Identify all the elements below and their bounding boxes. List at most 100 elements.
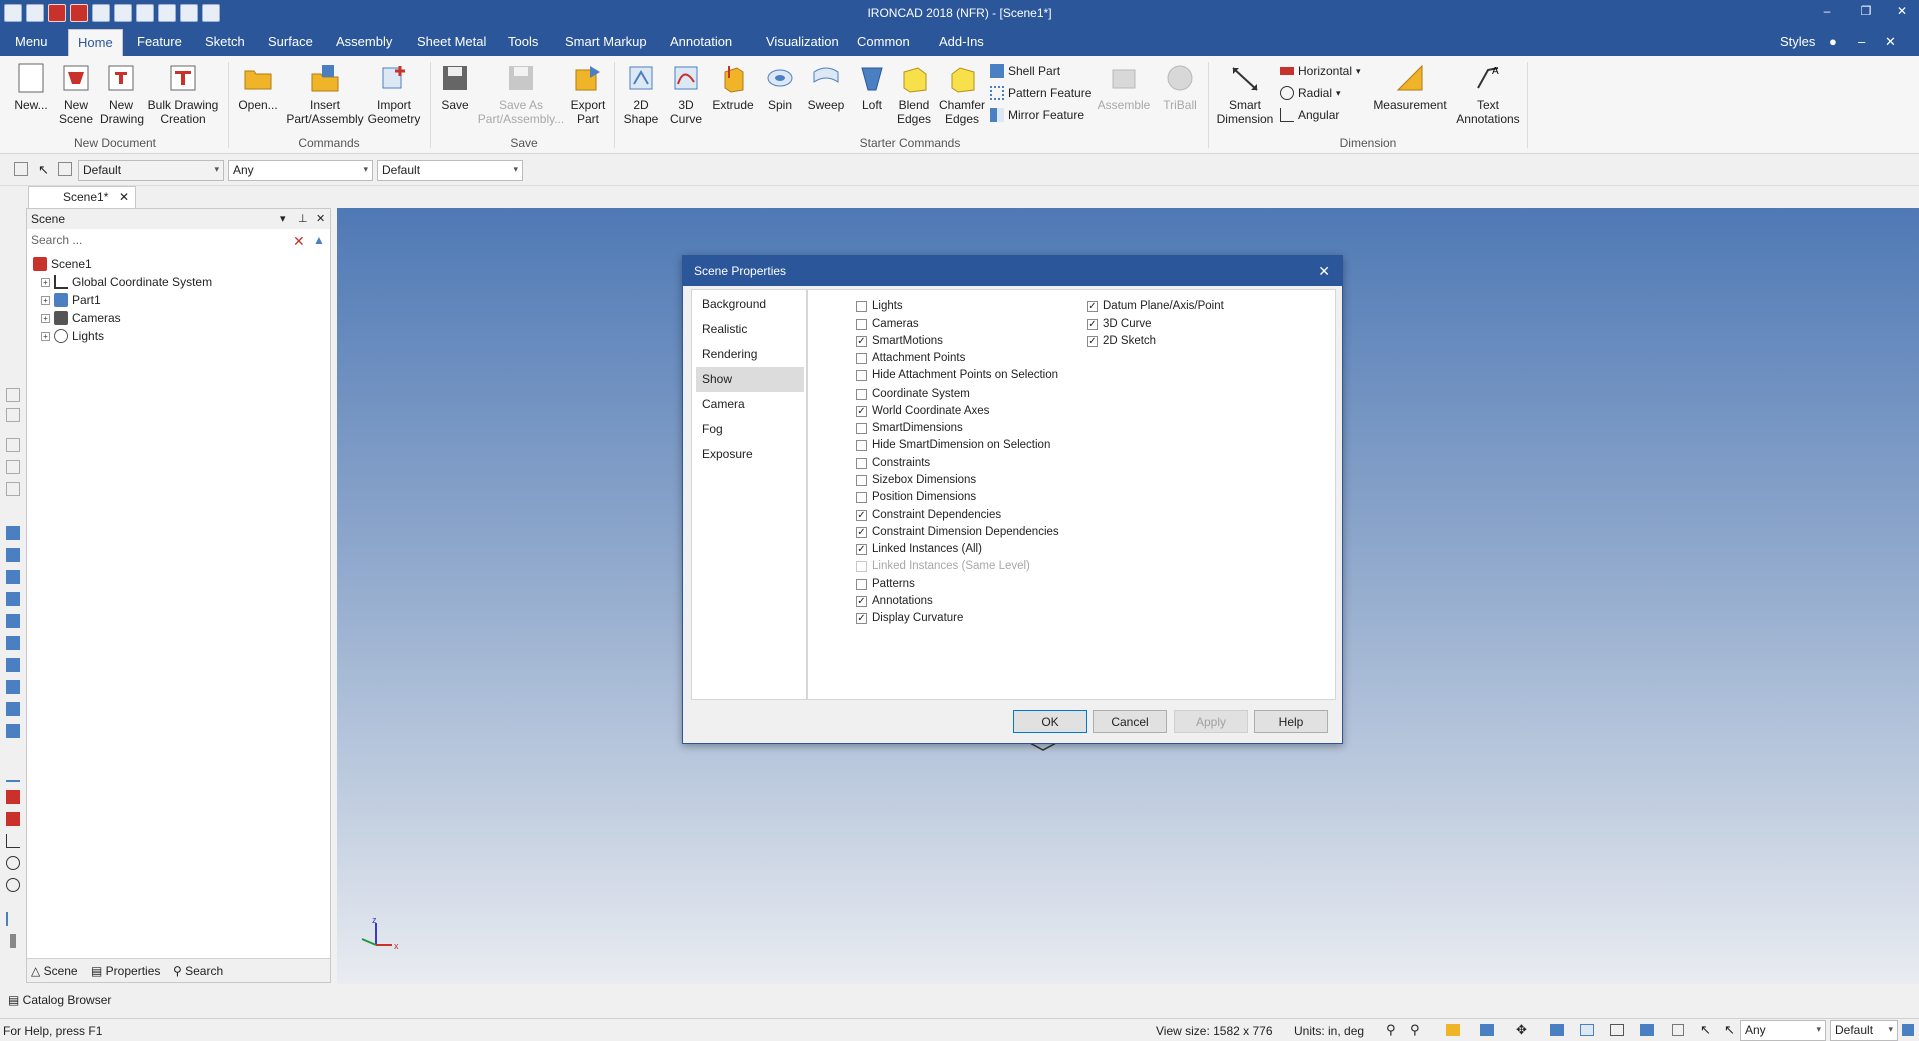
checkbox-cameras[interactable]: Cameras — [856, 318, 919, 330]
selection-style-combo[interactable]: Default ▾ — [78, 160, 224, 181]
checkbox-sizebox-dimensions[interactable]: Sizebox Dimensions — [856, 474, 976, 486]
help-button[interactable]: Help — [1254, 710, 1328, 733]
checkbox-position-dimensions[interactable]: Position Dimensions — [856, 491, 976, 503]
tab-menu[interactable]: Menu — [15, 34, 48, 49]
selection-filter-combo[interactable]: Any ▾ — [228, 160, 373, 181]
nav-show[interactable]: Show — [696, 367, 804, 392]
render-mode-icon[interactable] — [1550, 1024, 1564, 1036]
box-view-icon[interactable] — [6, 680, 20, 694]
close-panel-icon[interactable]: ✕ — [316, 212, 325, 225]
expand-icon[interactable]: + — [41, 331, 50, 341]
camera-icon[interactable] — [1640, 1024, 1654, 1036]
save-as-part-button[interactable]: Save As Part/Assembly... — [476, 62, 566, 126]
dialog-close-icon[interactable]: ✕ — [1318, 263, 1330, 280]
tree-item-scene1[interactable]: Scene1 — [33, 257, 92, 271]
close-window-button[interactable]: ✕ — [1887, 4, 1917, 18]
chamfer-edges-button[interactable]: Chamfer Edges — [938, 62, 986, 126]
export-part-button[interactable]: Export Part — [566, 62, 610, 126]
pan-icon[interactable]: ✥ — [1516, 1022, 1527, 1038]
ribbon-minimize-button[interactable]: – — [1858, 34, 1865, 49]
checkbox-3d-curve[interactable]: ✓ 3D Curve — [1087, 318, 1152, 330]
horizontal-dimension-button[interactable]: Horizontal ▾ — [1280, 64, 1361, 78]
filter-icon[interactable] — [1672, 1024, 1684, 1036]
text-annotations-button[interactable]: A Text Annotations — [1454, 62, 1522, 126]
tab-smart-markup[interactable]: Smart Markup — [565, 34, 647, 49]
nav-exposure[interactable]: Exposure — [696, 442, 804, 467]
box-view-icon[interactable] — [6, 658, 20, 672]
styles-menu[interactable]: Styles — [1780, 34, 1815, 49]
select-cursor-icon[interactable]: ↖ — [38, 162, 49, 178]
checkbox-box-icon[interactable] — [856, 560, 867, 572]
checkbox-datum-plane-axis-point[interactable]: ✓ Datum Plane/Axis/Point — [1087, 300, 1224, 312]
radius-tool-icon[interactable] — [6, 878, 20, 892]
tool-icon[interactable] — [6, 482, 20, 496]
checkbox-box-icon[interactable] — [856, 388, 867, 400]
checkmark-icon[interactable]: ✓ — [856, 335, 867, 347]
select-mode-icon[interactable] — [58, 162, 72, 176]
checkbox-coordinate-system[interactable]: Coordinate System — [856, 388, 970, 400]
nav-fog[interactable]: Fog — [696, 417, 804, 442]
tool-icon[interactable] — [6, 438, 20, 452]
tree-item-global-coordinate-system[interactable]: + Global Coordinate System — [41, 275, 212, 289]
box-view-icon[interactable] — [6, 592, 20, 606]
checkbox-hide-smartdimension-on-selection[interactable]: Hide SmartDimension on Selection — [856, 439, 1050, 451]
checkbox-box-icon[interactable] — [856, 369, 867, 381]
tree-item-part1[interactable]: + Part1 — [41, 293, 101, 307]
checkbox-linked-instances-all[interactable]: ✓ Linked Instances (All) — [856, 543, 982, 555]
tab-annotation[interactable]: Annotation — [670, 34, 732, 49]
measurement-button[interactable]: Measurement — [1370, 62, 1450, 112]
checkmark-icon[interactable]: ✓ — [856, 526, 867, 538]
select-cursor-icon[interactable]: ↖ — [1700, 1022, 1711, 1038]
zoom-window-icon[interactable]: ⚲ — [1410, 1022, 1420, 1038]
smart-dimension-button[interactable]: Smart Dimension — [1214, 62, 1276, 126]
ribbon-close-button[interactable]: ✕ — [1885, 34, 1896, 50]
checkbox-linked-instances-same-level[interactable]: Linked Instances (Same Level) — [856, 560, 1030, 572]
tree-item-cameras[interactable]: + Cameras — [41, 311, 121, 325]
insert-part-assembly-button[interactable]: Insert Part/Assembly — [284, 62, 366, 126]
checkbox-smartmotions[interactable]: ✓ SmartMotions — [856, 335, 943, 347]
loft-button[interactable]: Loft — [852, 62, 892, 112]
restore-button[interactable]: ❐ — [1851, 4, 1881, 18]
tab-assembly[interactable]: Assembly — [336, 34, 392, 49]
tab-sheet-metal[interactable]: Sheet Metal — [417, 34, 486, 49]
ok-button[interactable]: OK — [1013, 710, 1087, 733]
box-view-icon[interactable] — [6, 614, 20, 628]
bulk-drawing-creation-button[interactable]: Bulk Drawing Creation — [146, 62, 220, 126]
dimension-tool-icon[interactable] — [6, 812, 20, 826]
display-icon[interactable] — [1610, 1024, 1624, 1036]
checkbox-hide-attachment-points-on-selection[interactable]: Hide Attachment Points on Selection — [856, 369, 1058, 381]
radius-tool-icon[interactable] — [6, 856, 20, 870]
checkbox-box-icon[interactable] — [856, 457, 867, 469]
expand-icon[interactable]: + — [41, 313, 50, 323]
expand-icon[interactable]: + — [41, 277, 50, 287]
pattern-feature-button[interactable]: Pattern Feature — [990, 86, 1091, 100]
box-view-icon[interactable] — [6, 570, 20, 584]
nav-background[interactable]: Background — [696, 292, 804, 317]
scene-search-input[interactable]: Search ... — [27, 231, 289, 251]
spin-button[interactable]: Spin — [760, 62, 800, 112]
checkbox-constraint-dimension-dependencies[interactable]: ✓ Constraint Dimension Dependencies — [856, 526, 1059, 538]
checkbox-box-icon[interactable] — [856, 578, 867, 590]
checkbox-smartdimensions[interactable]: SmartDimensions — [856, 422, 963, 434]
status-style-combo[interactable]: Default ▾ — [1830, 1020, 1898, 1041]
tree-item-lights[interactable]: + Lights — [41, 329, 104, 343]
shell-part-button[interactable]: Shell Part — [990, 64, 1060, 78]
tab-common[interactable]: Common — [857, 34, 910, 49]
new-button[interactable]: New... — [12, 62, 50, 112]
help-icon[interactable]: ● — [1829, 34, 1837, 49]
minimize-button[interactable]: – — [1812, 4, 1842, 18]
checkbox-box-icon[interactable] — [856, 474, 867, 486]
view-cube-icon[interactable] — [1480, 1024, 1494, 1036]
tool-icon[interactable] — [6, 388, 20, 402]
status-filter-combo[interactable]: Any ▾ — [1740, 1020, 1826, 1041]
tab-sketch[interactable]: Sketch — [205, 34, 245, 49]
annotation-tool-icon[interactable] — [6, 912, 20, 926]
checkbox-box-icon[interactable] — [856, 352, 867, 364]
shading-icon[interactable] — [1580, 1024, 1594, 1036]
tab-scene[interactable]: △ Scene — [31, 964, 78, 978]
apply-button[interactable]: Apply — [1174, 710, 1248, 733]
open-button[interactable]: Open... — [236, 62, 280, 112]
box-view-icon[interactable] — [6, 548, 20, 562]
checkbox-box-icon[interactable] — [856, 491, 867, 503]
tab-search[interactable]: ⚲ Search — [173, 964, 223, 978]
